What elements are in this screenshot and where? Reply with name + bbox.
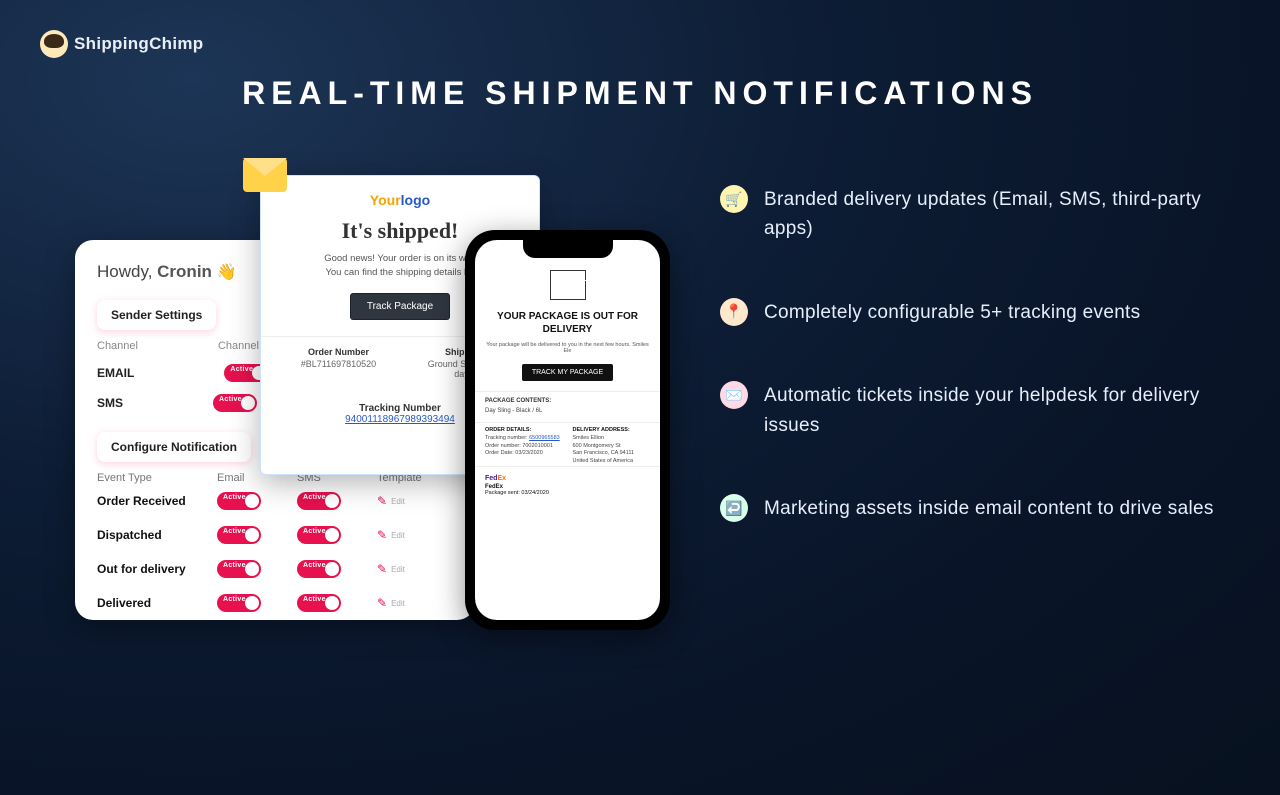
- feature-item: ✉️ Automatic tickets inside your helpdes…: [720, 381, 1220, 440]
- phone-tracking-link[interactable]: 6500965583: [529, 435, 560, 441]
- carrier-info: FedEx Package sent: 03/24/2020: [475, 484, 660, 504]
- brand-logo: ShippingChimp: [40, 30, 204, 58]
- order-number-value: #BL711697810520: [277, 359, 400, 369]
- phone-screen: YOUR PACKAGE IS OUT FOR DELIVERY Your pa…: [475, 240, 660, 620]
- sender-settings-tab[interactable]: Sender Settings: [97, 300, 216, 330]
- edit-template-link[interactable]: ✎ Edit: [377, 494, 467, 508]
- toggle-sms-event[interactable]: Active: [297, 594, 341, 612]
- phone-subtitle: Your package will be delivered to you in…: [475, 338, 660, 358]
- feature-item: 📍 Completely configurable 5+ tracking ev…: [720, 298, 1220, 327]
- channel-name-email: EMAIL: [97, 366, 134, 380]
- toggle-sms[interactable]: Active: [213, 394, 257, 412]
- order-number-label: Order Number: [277, 347, 400, 357]
- feature-item: 🛒 Branded delivery updates (Email, SMS, …: [720, 185, 1220, 244]
- toggle-email-event[interactable]: Active: [217, 560, 261, 578]
- feature-list: 🛒 Branded delivery updates (Email, SMS, …: [720, 185, 1220, 578]
- envelope-icon: [243, 158, 287, 192]
- event-name: Order Received: [97, 494, 217, 508]
- event-row: Out for delivery Active Active ✎ Edit: [97, 552, 453, 586]
- toggle-sms-event[interactable]: Active: [297, 492, 341, 510]
- phone-mockup: YOUR PACKAGE IS OUT FOR DELIVERY Your pa…: [465, 230, 670, 630]
- feature-text: Branded delivery updates (Email, SMS, th…: [764, 185, 1220, 244]
- channel-name-sms: SMS: [97, 396, 123, 410]
- mockup-stage: Howdy, Cronin 👋 Sender Settings Channel …: [65, 175, 675, 655]
- package-item: Day Sling - Black / 6L: [475, 406, 660, 422]
- brand-name: ShippingChimp: [74, 34, 204, 54]
- channel-label-1: Channel: [97, 340, 138, 352]
- channel-label-2: Channel: [218, 340, 259, 352]
- event-row: Dispatched Active Active ✎ Edit: [97, 518, 453, 552]
- toggle-email-event[interactable]: Active: [217, 492, 261, 510]
- feature-icon: ✉️: [720, 381, 748, 409]
- delivery-address: Smiles Ellion 600 Montgomery St San Fran…: [573, 435, 651, 466]
- package-icon: [550, 270, 586, 300]
- track-package-button[interactable]: Track Package: [350, 293, 450, 320]
- edit-template-link[interactable]: ✎ Edit: [377, 562, 467, 576]
- toggle-email-event[interactable]: Active: [217, 594, 261, 612]
- feature-icon: 🛒: [720, 185, 748, 213]
- edit-template-link[interactable]: ✎ Edit: [377, 596, 467, 610]
- event-name: Delivered: [97, 596, 217, 610]
- configure-notification-tab[interactable]: Configure Notification: [97, 432, 251, 462]
- feature-icon: ↩️: [720, 494, 748, 522]
- feature-icon: 📍: [720, 298, 748, 326]
- chimp-icon: [40, 30, 68, 58]
- yourlogo: Yourlogo: [277, 192, 523, 208]
- track-my-package-button[interactable]: TRACK MY PACKAGE: [522, 364, 613, 381]
- phone-details: ORDER DETAILS: Tracking number: 65009655…: [475, 422, 660, 466]
- feature-item: ↩️ Marketing assets inside email content…: [720, 494, 1220, 523]
- event-name: Out for delivery: [97, 562, 217, 576]
- tracking-number-link[interactable]: 94001118967989393494: [345, 414, 455, 425]
- order-details-head: ORDER DETAILS:: [485, 427, 563, 433]
- toggle-sms-event[interactable]: Active: [297, 560, 341, 578]
- event-row: Order Received Active Active ✎ Edit: [97, 484, 453, 518]
- toggle-sms-event[interactable]: Active: [297, 526, 341, 544]
- page-title: REAL-TIME SHIPMENT NOTIFICATIONS: [0, 75, 1280, 112]
- toggle-email-event[interactable]: Active: [217, 526, 261, 544]
- howdy-prefix: Howdy,: [97, 262, 157, 281]
- feature-text: Marketing assets inside email content to…: [764, 494, 1214, 523]
- howdy-name: Cronin: [157, 262, 212, 281]
- wave-icon: 👋: [217, 264, 237, 281]
- delivery-address-head: DELIVERY ADDRESS:: [573, 427, 651, 433]
- event-name: Dispatched: [97, 528, 217, 542]
- package-contents-label: PACKAGE CONTENTS:: [475, 391, 660, 406]
- phone-notch: [523, 240, 613, 258]
- event-row: Delivered Active Active ✎ Edit: [97, 586, 453, 620]
- carrier-logo: FedEx: [475, 466, 660, 484]
- feature-text: Automatic tickets inside your helpdesk f…: [764, 381, 1220, 440]
- phone-title: YOUR PACKAGE IS OUT FOR DELIVERY: [475, 308, 660, 338]
- col-event: Event Type: [97, 472, 217, 484]
- feature-text: Completely configurable 5+ tracking even…: [764, 298, 1140, 327]
- edit-template-link[interactable]: ✎ Edit: [377, 528, 467, 542]
